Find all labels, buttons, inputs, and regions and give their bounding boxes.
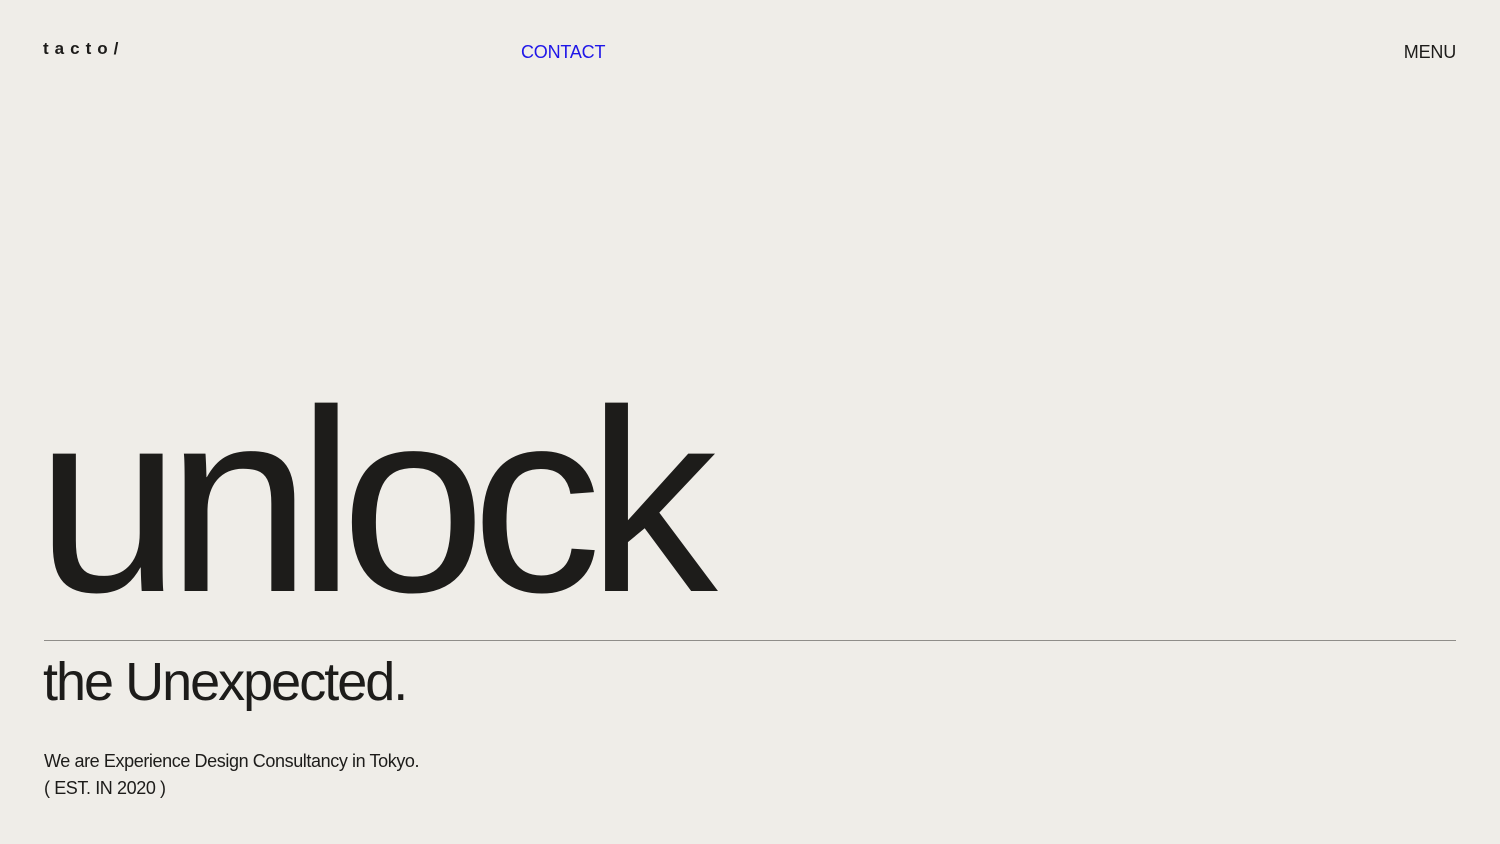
- contact-link[interactable]: CONTACT: [521, 43, 605, 61]
- hero-subheadline: the Unexpected.: [43, 652, 408, 712]
- hero-headline: unlock: [36, 357, 718, 647]
- description-line: We are Experience Design Consultancy in …: [44, 751, 420, 771]
- site-logo[interactable]: tacto/: [43, 40, 124, 57]
- menu-button[interactable]: MENU: [1404, 43, 1456, 61]
- company-description: We are Experience Design Consultancy in …: [44, 748, 420, 802]
- established-year: ( EST. IN 2020 ): [44, 778, 166, 798]
- hero-divider: [44, 640, 1456, 641]
